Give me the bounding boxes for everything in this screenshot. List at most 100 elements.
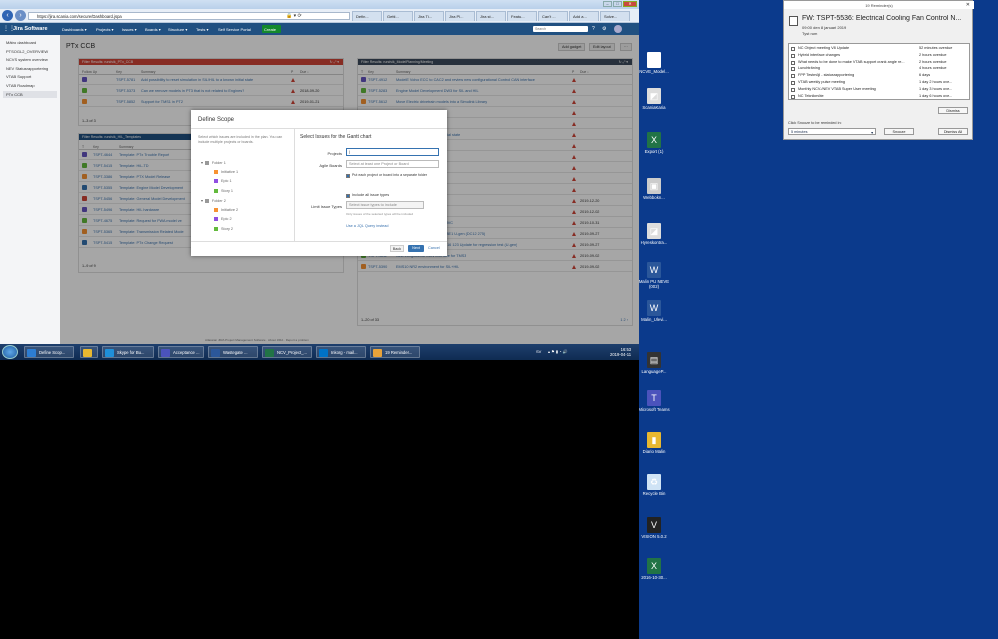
tree-item-label: Epic 2: [221, 217, 232, 221]
jira-logo[interactable]: Jira Software: [13, 26, 48, 32]
jql-link[interactable]: Use a JQL Query instead: [346, 224, 389, 228]
avatar[interactable]: [614, 25, 622, 33]
calendar-icon: [791, 67, 795, 72]
browser-tab[interactable]: Jira st...: [476, 11, 506, 21]
search-input[interactable]: Search: [533, 26, 588, 32]
tree-item: ▾ Folder 2: [201, 198, 226, 203]
taskbar-item[interactable]: Acceptance ...: [158, 346, 204, 358]
browser-tab[interactable]: Solve...: [600, 11, 630, 21]
dialog-title: Define Scope: [198, 117, 235, 123]
clock[interactable]: 16:53 2019-04-11: [610, 347, 631, 357]
taskbar-item-label: Define Scop...: [39, 350, 66, 355]
sidebar-item[interactable]: PTx CCB: [3, 91, 57, 98]
nav-menu-item[interactable]: Projects ▾: [96, 27, 114, 32]
dismiss-button[interactable]: Dismiss: [938, 107, 968, 114]
jira-header: ⋮⋮ Jira Software Create Search ? ⚙ Dashb…: [0, 23, 639, 35]
browser-tab[interactable]: Featu...: [507, 11, 537, 21]
app-switcher-icon[interactable]: ⋮⋮: [3, 25, 15, 33]
reminder-item[interactable]: VTAB weekly pulse meeting 1 day 2 hours o…: [791, 80, 966, 86]
sidebar-item[interactable]: VTAB Support: [6, 74, 31, 79]
reminder-item[interactable]: Monthly NCV-/NEV VTAB Super User meeting…: [791, 87, 966, 93]
issue-icon: [214, 179, 218, 183]
reminder-item[interactable]: NC Object meeting V8 Update 52 minutes ov…: [791, 46, 966, 52]
close-button[interactable]: ✕: [623, 1, 637, 7]
limit-issue-types-input[interactable]: Select issue types to include: [346, 201, 424, 209]
nav-menu-item[interactable]: Structure ▾: [168, 27, 187, 32]
back-button[interactable]: Back: [390, 245, 404, 252]
dialog-description: Select which issues are included in the …: [198, 135, 283, 144]
reminder-title: 19 Reminder(s): [784, 1, 974, 9]
browser-tab[interactable]: Defin...: [352, 11, 382, 21]
create-button[interactable]: Create: [262, 25, 281, 33]
taskbar-item[interactable]: [80, 346, 98, 358]
tree-item-label: Initiative 1: [221, 169, 239, 174]
sidebar-item[interactable]: NEV Statusrapportering: [6, 66, 48, 71]
reminder-item-name: VTAB weekly pulse meeting: [798, 80, 845, 84]
language-indicator[interactable]: SV: [536, 349, 541, 354]
taskbar-item[interactable]: Define Scop...: [24, 346, 74, 358]
start-button[interactable]: [2, 345, 18, 359]
reminder-item[interactable]: Lunchträning 4 hours overdue: [791, 66, 966, 72]
browser-tab[interactable]: Can't ...: [538, 11, 568, 21]
tree-item: Story 1: [214, 188, 234, 193]
browser-tab[interactable]: Jira Pl...: [445, 11, 475, 21]
include-all-label: Include all issue types: [352, 193, 390, 197]
minimize-button[interactable]: –: [603, 1, 612, 7]
taskbar-item-label: Wastegate ...: [223, 350, 248, 355]
taskbar: SV ▴ ⚑ ▮ ◔ 🔊 Define Scop... Skype for Bu.…: [0, 344, 639, 360]
sidebar-item[interactable]: PTSOGL2_OVERVIEW: [6, 49, 48, 54]
close-icon[interactable]: ✕: [966, 2, 970, 8]
browser-tab[interactable]: Getti...: [383, 11, 413, 21]
snooze-button[interactable]: Snooze: [884, 128, 914, 135]
nav-menu-item[interactable]: Issues ▾: [122, 27, 137, 32]
desktop-icon-label: VISION 5.0.2: [641, 534, 667, 539]
back-arrow-icon[interactable]: ‹: [2, 10, 13, 21]
taskbar-item[interactable]: Inkorg - mail...: [316, 346, 366, 358]
sidebar-item[interactable]: NCVS system overview: [6, 57, 48, 62]
reminder-item[interactable]: FPP Testmöjl - statusrapportering 6 days: [791, 73, 966, 79]
issue-icon: [214, 207, 218, 212]
sidebar-item[interactable]: Mätro dashboard: [6, 40, 36, 45]
reminder-item[interactable]: NC Teknikmöte 1 day 6 hours ove...: [791, 94, 966, 100]
projects-input[interactable]: |: [346, 148, 439, 156]
app-icon: [373, 349, 382, 357]
app-icon: [27, 349, 36, 357]
folder-icon: [204, 161, 209, 165]
snooze-select[interactable]: 5 minutes ▾: [788, 128, 876, 135]
tray-icons[interactable]: ▴ ⚑ ▮ ◔ 🔊: [548, 349, 568, 354]
taskbar-item[interactable]: 19 Reminder...: [370, 346, 420, 358]
gear-icon[interactable]: ⚙: [602, 26, 606, 32]
shortcut-icon: ▦: [647, 52, 661, 68]
tree-item: Initiative 1: [214, 169, 239, 174]
sidebar-item[interactable]: VTAB Roadmap: [6, 83, 35, 88]
agile-boards-input[interactable]: Select at least one Project or Board: [346, 160, 439, 168]
nav-menu-item[interactable]: Tests ▾: [196, 27, 208, 32]
nav-menu-item[interactable]: Dashboards ▾: [62, 27, 87, 32]
reminder-item[interactable]: Hybrid interface changes 2 hours overdue: [791, 53, 966, 59]
nav-menu-item[interactable]: Self Service Portal: [218, 27, 251, 32]
browser-tab[interactable]: Jira Ti...: [414, 11, 444, 21]
desktop-icon-label: Export (1): [644, 149, 664, 154]
cancel-button[interactable]: Cancel: [428, 246, 440, 250]
reminder-item[interactable]: What needs to be done to make VTAB suppo…: [791, 60, 966, 66]
taskbar-item[interactable]: Skype for Bu...: [102, 346, 154, 358]
maximize-button[interactable]: □: [613, 1, 622, 7]
reminder-when: 09:00 den 8 januari 2019: [802, 25, 847, 30]
tree-item-label: Story 1: [221, 188, 234, 193]
include-all-checkbox[interactable]: [346, 194, 350, 198]
calendar-icon: [791, 53, 795, 58]
next-button[interactable]: Next: [408, 245, 424, 252]
browser-tab[interactable]: Add a...: [569, 11, 599, 21]
tree-item-label: Initiative 2: [221, 207, 239, 212]
taskbar-item[interactable]: Wastegate ...: [208, 346, 258, 358]
dismiss-all-button[interactable]: Dismiss All: [938, 128, 968, 135]
desktop-icon-label: Diario Malin: [642, 449, 666, 454]
folder-checkbox[interactable]: [346, 174, 350, 178]
reminder-list[interactable]: NC Object meeting V8 Update 52 minutes ov…: [788, 43, 970, 100]
issue-icon: [214, 169, 218, 174]
forward-arrow-icon[interactable]: ›: [15, 10, 26, 21]
reminder-item-name: Hybrid interface changes: [798, 52, 840, 57]
help-icon[interactable]: ?: [592, 26, 595, 32]
taskbar-item[interactable]: NCV_Project_...: [262, 346, 312, 358]
nav-menu-item[interactable]: Boards ▾: [145, 27, 161, 32]
